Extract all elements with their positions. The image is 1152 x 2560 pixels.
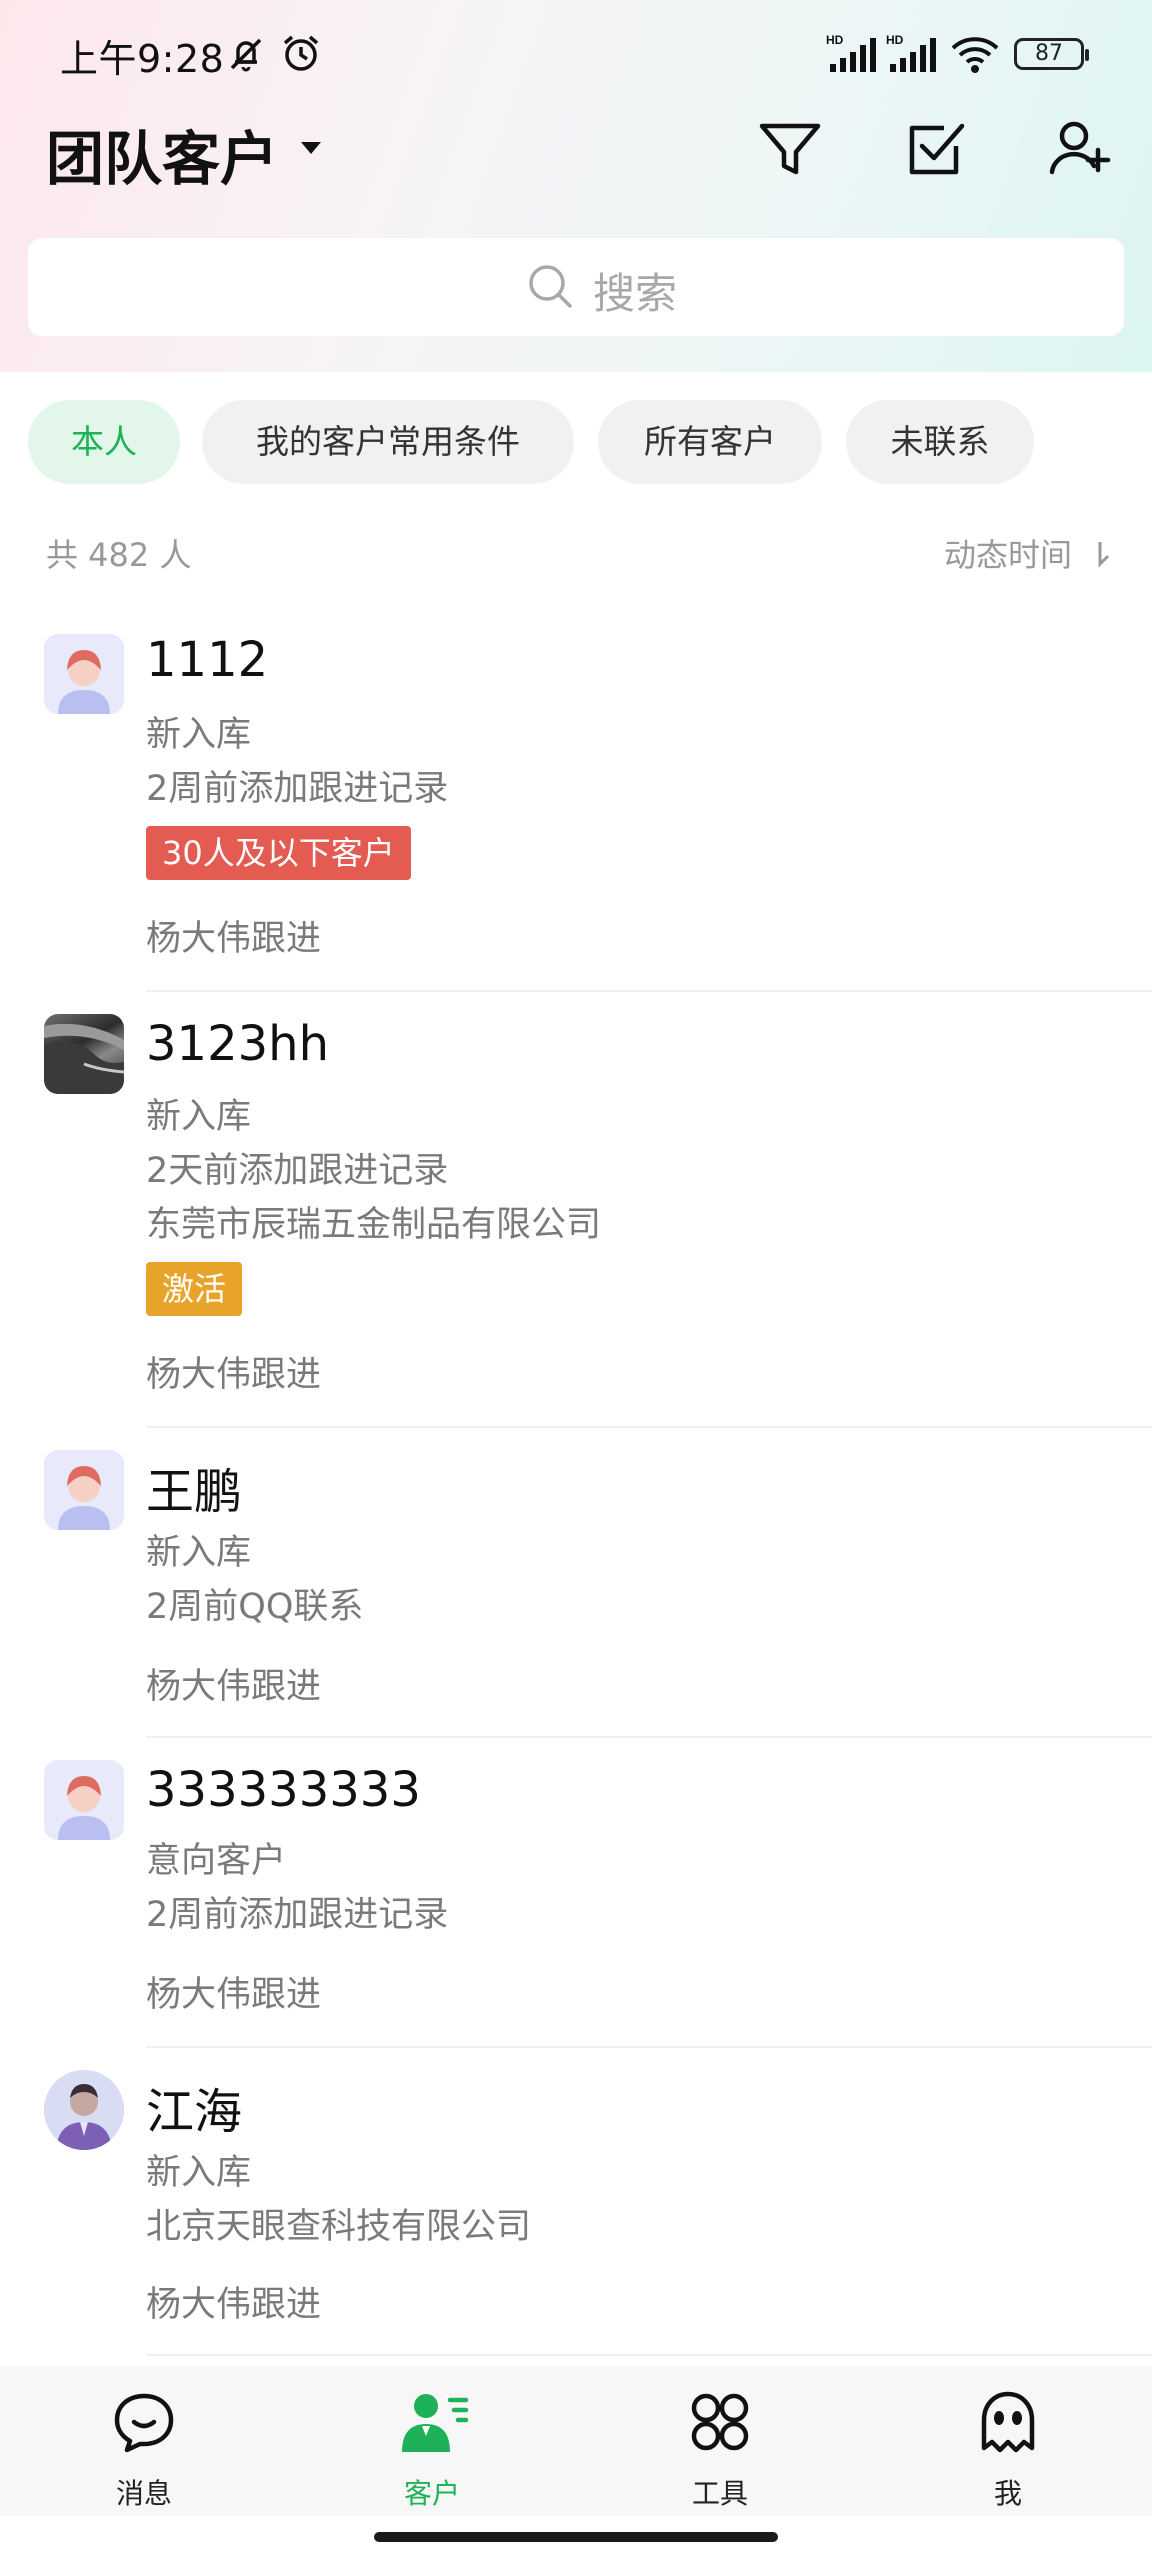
sort-arrow-icon[interactable] bbox=[1094, 540, 1112, 568]
caret-down-icon[interactable] bbox=[300, 140, 322, 156]
customer-status: 新入库 bbox=[146, 1097, 252, 1137]
avatar bbox=[44, 1760, 124, 1840]
list-item[interactable]: 3123hh 新入库 2天前添加跟进记录 东莞市辰瑞五金制品有限公司 激活 杨大… bbox=[0, 1000, 1152, 1428]
list-item[interactable]: 王鹏 新入库 2周前QQ联系 杨大伟跟进 bbox=[0, 1436, 1152, 1738]
customer-count: 共 482 人 bbox=[46, 536, 192, 574]
divider bbox=[146, 990, 1152, 992]
nav-item-me[interactable]: 我 bbox=[864, 2366, 1152, 2516]
customer-company: 北京天眼查科技有限公司 bbox=[146, 2207, 532, 2247]
customer-follower: 杨大伟跟进 bbox=[146, 1355, 322, 1395]
list-item[interactable]: 1112 新入库 2周前添加跟进记录 30人及以下客户 杨大伟跟进 bbox=[0, 620, 1152, 992]
customer-name: 王鹏 bbox=[146, 1464, 243, 1520]
nav-label: 消息 bbox=[115, 2477, 172, 2510]
page-title[interactable]: 团队客户 bbox=[46, 112, 278, 196]
bottom-nav: 消息 客户 工具 我 bbox=[0, 2366, 1152, 2516]
list-item[interactable]: 江海 新入库 北京天眼查科技有限公司 杨大伟跟进 bbox=[0, 2056, 1152, 2358]
customer-name: 1112 bbox=[146, 632, 269, 688]
message-icon bbox=[114, 2393, 174, 2453]
customer-status: 新入库 bbox=[146, 1533, 252, 1573]
customer-activity: 2周前QQ联系 bbox=[146, 1587, 364, 1627]
nav-label: 工具 bbox=[691, 2477, 748, 2510]
chip-all-customers[interactable]: 所有客户 bbox=[598, 400, 822, 484]
avatar bbox=[44, 634, 124, 714]
photo-avatar-icon bbox=[44, 2070, 124, 2150]
customer-name: 333333333 bbox=[146, 1762, 421, 1818]
nav-item-messages[interactable]: 消息 bbox=[0, 2366, 288, 2516]
hd-signal-icon: HD bbox=[826, 33, 876, 72]
default-avatar-icon bbox=[44, 1760, 124, 1840]
customer-activity: 2天前添加跟进记录 bbox=[146, 1151, 449, 1191]
nav-item-customers[interactable]: 客户 bbox=[288, 2366, 576, 2516]
status-time: 上午9:28 bbox=[60, 37, 225, 81]
search-icon bbox=[529, 265, 572, 308]
customer-follower: 杨大伟跟进 bbox=[146, 2285, 322, 2325]
customer-status: 新入库 bbox=[146, 2153, 252, 2193]
customer-follower: 杨大伟跟进 bbox=[146, 1975, 322, 2015]
divider bbox=[146, 2046, 1152, 2048]
avatar bbox=[44, 1450, 124, 1530]
ghost-icon bbox=[981, 2391, 1035, 2453]
customer-icon bbox=[402, 2394, 469, 2452]
divider bbox=[146, 1736, 1152, 1738]
avatar bbox=[44, 2070, 124, 2150]
nav-label: 我 bbox=[993, 2477, 1022, 2510]
home-indicator[interactable] bbox=[374, 2532, 778, 2542]
customer-name: 3123hh bbox=[146, 1016, 329, 1072]
customer-status: 新入库 bbox=[146, 715, 252, 755]
chip-my-common-conditions[interactable]: 我的客户常用条件 bbox=[202, 400, 574, 484]
chip-not-contacted[interactable]: 未联系 bbox=[846, 400, 1034, 484]
avatar bbox=[44, 1014, 124, 1094]
chip-self[interactable]: 本人 bbox=[28, 400, 180, 484]
customer-tag: 激活 bbox=[146, 1262, 243, 1316]
photo-avatar-icon bbox=[44, 1023, 124, 1094]
tools-icon bbox=[691, 2393, 749, 2451]
status-bar: 上午9:28 HD HD 87 bbox=[0, 0, 1152, 110]
default-avatar-icon bbox=[44, 634, 124, 714]
customer-tag: 30人及以下客户 bbox=[146, 826, 411, 880]
customer-follower: 杨大伟跟进 bbox=[146, 919, 322, 959]
search-input[interactable]: 搜索 bbox=[28, 238, 1124, 336]
list-item[interactable]: 333333333 意向客户 2周前添加跟进记录 杨大伟跟进 bbox=[0, 1746, 1152, 2048]
nav-item-tools[interactable]: 工具 bbox=[576, 2366, 864, 2516]
wifi-icon bbox=[951, 37, 999, 73]
nav-label: 客户 bbox=[403, 2477, 460, 2510]
alarm-icon bbox=[283, 35, 319, 71]
mute-icon bbox=[230, 38, 262, 72]
filter-icon[interactable] bbox=[752, 110, 828, 186]
checkbox-icon[interactable] bbox=[898, 110, 974, 186]
customer-status: 意向客户 bbox=[146, 1841, 287, 1881]
search-placeholder: 搜索 bbox=[593, 269, 678, 318]
customer-company: 东莞市辰瑞五金制品有限公司 bbox=[146, 1205, 602, 1245]
sort-button[interactable]: 动态时间 bbox=[944, 530, 1072, 576]
divider bbox=[146, 2354, 1152, 2356]
customer-follower: 杨大伟跟进 bbox=[146, 1667, 322, 1707]
default-avatar-icon bbox=[44, 1450, 124, 1530]
customer-activity: 2周前添加跟进记录 bbox=[146, 769, 449, 809]
battery-icon: 87 bbox=[1014, 38, 1089, 70]
divider bbox=[146, 1426, 1152, 1428]
hd-signal-icon: HD bbox=[886, 33, 936, 72]
svg-text:HD: HD bbox=[886, 33, 904, 47]
customer-activity: 2周前添加跟进记录 bbox=[146, 1895, 449, 1935]
customer-name: 江海 bbox=[146, 2084, 243, 2140]
add-user-icon[interactable] bbox=[1042, 110, 1118, 186]
svg-text:HD: HD bbox=[826, 33, 844, 47]
